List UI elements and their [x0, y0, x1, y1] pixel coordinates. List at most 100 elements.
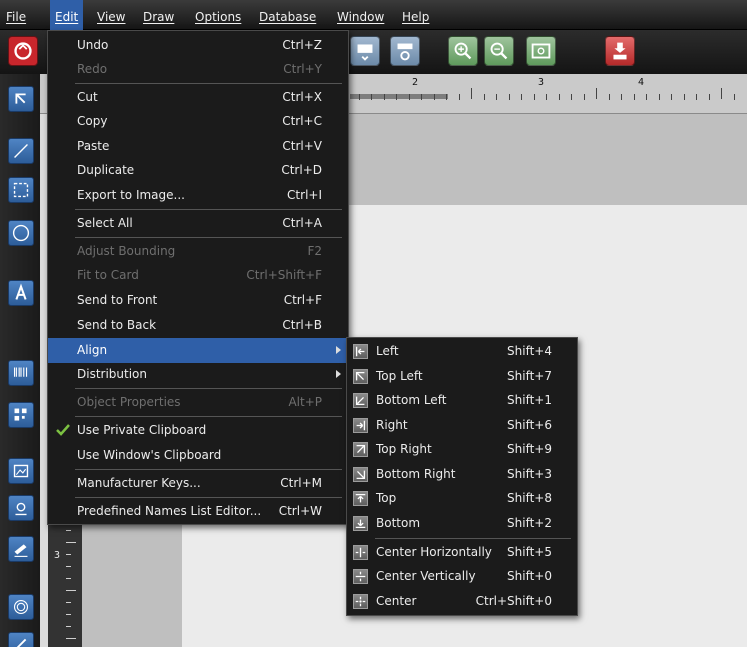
rectangle-tool-icon[interactable]	[8, 177, 34, 203]
align-center-horizontally[interactable]: Center Horizontally Shift+5	[347, 540, 577, 565]
menu-item-shortcut: Shift+8	[507, 491, 552, 505]
menu-item-shortcut: Shift+0	[507, 569, 552, 583]
menu-item-shortcut: Ctrl+I	[287, 188, 322, 202]
image-tool-icon[interactable]	[8, 458, 34, 484]
menu-item-undo[interactable]: Undo Ctrl+Z	[48, 33, 348, 58]
ruler-tick	[496, 94, 497, 100]
magnetic-tool-icon[interactable]	[8, 632, 34, 647]
menu-item-shortcut: Shift+3	[507, 467, 552, 481]
ruler-label: 4	[638, 77, 645, 88]
text-tool-icon[interactable]	[8, 280, 34, 306]
ruler-tick	[66, 638, 76, 639]
edit-menu: Undo Ctrl+Z Redo Ctrl+Y Cut Ctrl+X Copy Ctrl…	[47, 30, 349, 525]
align-center-vertically[interactable]: Center Vertically Shift+0	[347, 564, 577, 589]
align-bottom-right[interactable]: Bottom Right Shift+3	[347, 462, 577, 487]
ruler-tick	[371, 94, 372, 100]
menu-draw[interactable]: Draw	[138, 0, 179, 30]
menu-options[interactable]: Options	[190, 0, 246, 30]
menu-item-send-to-front[interactable]: Send to Front Ctrl+F	[48, 288, 348, 313]
ruler-tick	[421, 94, 422, 100]
menu-file[interactable]: File	[1, 0, 31, 30]
zoom-in-icon[interactable]	[448, 36, 478, 66]
menu-item-shortcut: Ctrl+Z	[282, 38, 322, 52]
card-flip-icon[interactable]	[350, 36, 380, 66]
ruler-label: 3	[538, 77, 545, 88]
menu-item-label: Object Properties	[77, 395, 181, 409]
ruler-tick	[66, 542, 76, 543]
align-top-right[interactable]: Top Right Shift+9	[347, 437, 577, 462]
barcode-tool-icon[interactable]	[8, 360, 34, 386]
menu-item-label: Send to Back	[77, 318, 157, 332]
menu-item-export-to-image[interactable]: Export to Image... Ctrl+I	[48, 183, 348, 208]
menu-item-distribution[interactable]: Distribution	[48, 362, 348, 387]
ruler-tick	[483, 94, 485, 100]
ruler-tick	[433, 94, 435, 100]
menu-item-label: Adjust Bounding	[77, 244, 176, 258]
ruler-tick	[458, 94, 460, 100]
menu-item-shortcut: Shift+5	[507, 545, 552, 559]
align-top[interactable]: Top Shift+8	[347, 486, 577, 511]
align-bottom[interactable]: Bottom Shift+2	[347, 511, 577, 536]
menu-item-label: Bottom Left	[376, 393, 447, 407]
menu-bar: File Edit View Draw Options Database Win…	[0, 0, 747, 30]
signature-tool-icon[interactable]	[8, 536, 34, 562]
menu-item-paste[interactable]: Paste Ctrl+V	[48, 134, 348, 159]
menu-item-shortcut: Alt+P	[288, 395, 322, 409]
menu-item-label: Align	[77, 343, 108, 357]
align-left[interactable]: Left Shift+4	[347, 339, 577, 364]
menu-item-use-private-clipboard[interactable]: Use Private Clipboard	[48, 418, 348, 443]
submenu-arrow-icon	[336, 370, 341, 378]
app-logo-icon[interactable]	[8, 36, 38, 66]
menu-separator	[75, 237, 342, 238]
menu-item-send-to-back[interactable]: Send to Back Ctrl+B	[48, 313, 348, 338]
ruler-tick	[583, 94, 585, 100]
menu-view[interactable]: View	[92, 0, 130, 30]
menu-item-manufacturer-keys[interactable]: Manufacturer Keys... Ctrl+M	[48, 471, 348, 496]
menu-item-shortcut: Ctrl+D	[281, 163, 322, 177]
menu-edit[interactable]: Edit	[50, 0, 84, 30]
menu-item-predefined-names-list-editor[interactable]: Predefined Names List Editor... Ctrl+W	[48, 499, 348, 524]
menu-item-select-all[interactable]: Select All Ctrl+A	[48, 211, 348, 236]
menu-item-shortcut: Shift+2	[507, 516, 552, 530]
menu-item-fit-to-card: Fit to Card Ctrl+Shift+F	[48, 263, 348, 288]
fingerprint-tool-icon[interactable]	[8, 594, 34, 620]
menu-item-label: Right	[376, 418, 408, 432]
pointer-tool-icon[interactable]	[8, 86, 34, 112]
menu-item-align[interactable]: Align	[48, 338, 348, 363]
menu-item-copy[interactable]: Copy Ctrl+C	[48, 109, 348, 134]
vruler-label: 3	[54, 550, 61, 561]
align-bottom-left[interactable]: Bottom Left Shift+1	[347, 388, 577, 413]
ruler-tick	[658, 94, 660, 100]
menu-window[interactable]: Window	[332, 0, 389, 30]
menu-database[interactable]: Database	[254, 0, 321, 30]
menu-item-shortcut: Shift+6	[507, 418, 552, 432]
2d-barcode-tool-icon[interactable]	[8, 402, 34, 428]
ruler-tick	[66, 590, 76, 591]
line-tool-icon[interactable]	[8, 138, 34, 164]
card-rotate-icon[interactable]	[390, 36, 420, 66]
print-icon[interactable]	[605, 36, 635, 66]
photo-tool-icon[interactable]	[8, 495, 34, 521]
ruler-tick	[621, 94, 622, 100]
ruler-tick	[733, 94, 735, 100]
ruler-tick	[508, 94, 510, 100]
menu-item-use-windows-clipboard[interactable]: Use Window's Clipboard	[48, 443, 348, 468]
zoom-fit-icon[interactable]	[526, 36, 556, 66]
menu-item-shortcut: Shift+1	[507, 393, 552, 407]
menu-item-cut[interactable]: Cut Ctrl+X	[48, 85, 348, 110]
menu-item-shortcut: Shift+7	[507, 369, 552, 383]
menu-item-label: Top Left	[376, 369, 423, 383]
menu-item-duplicate[interactable]: Duplicate Ctrl+D	[48, 158, 348, 183]
ellipse-tool-icon[interactable]	[8, 220, 34, 246]
menu-item-shortcut: Shift+4	[507, 344, 552, 358]
align-bottom-left-icon	[353, 393, 368, 408]
menu-help[interactable]: Help	[397, 0, 434, 30]
align-right[interactable]: Right Shift+6	[347, 413, 577, 438]
menu-item-label: Use Window's Clipboard	[77, 448, 222, 462]
menu-item-label: Paste	[77, 139, 110, 153]
menu-item-shortcut: Ctrl+Y	[283, 62, 322, 76]
align-center[interactable]: Center Ctrl+Shift+0	[347, 589, 577, 614]
zoom-out-icon[interactable]	[484, 36, 514, 66]
ruler-tick	[66, 602, 71, 603]
align-top-left[interactable]: Top Left Shift+7	[347, 364, 577, 389]
